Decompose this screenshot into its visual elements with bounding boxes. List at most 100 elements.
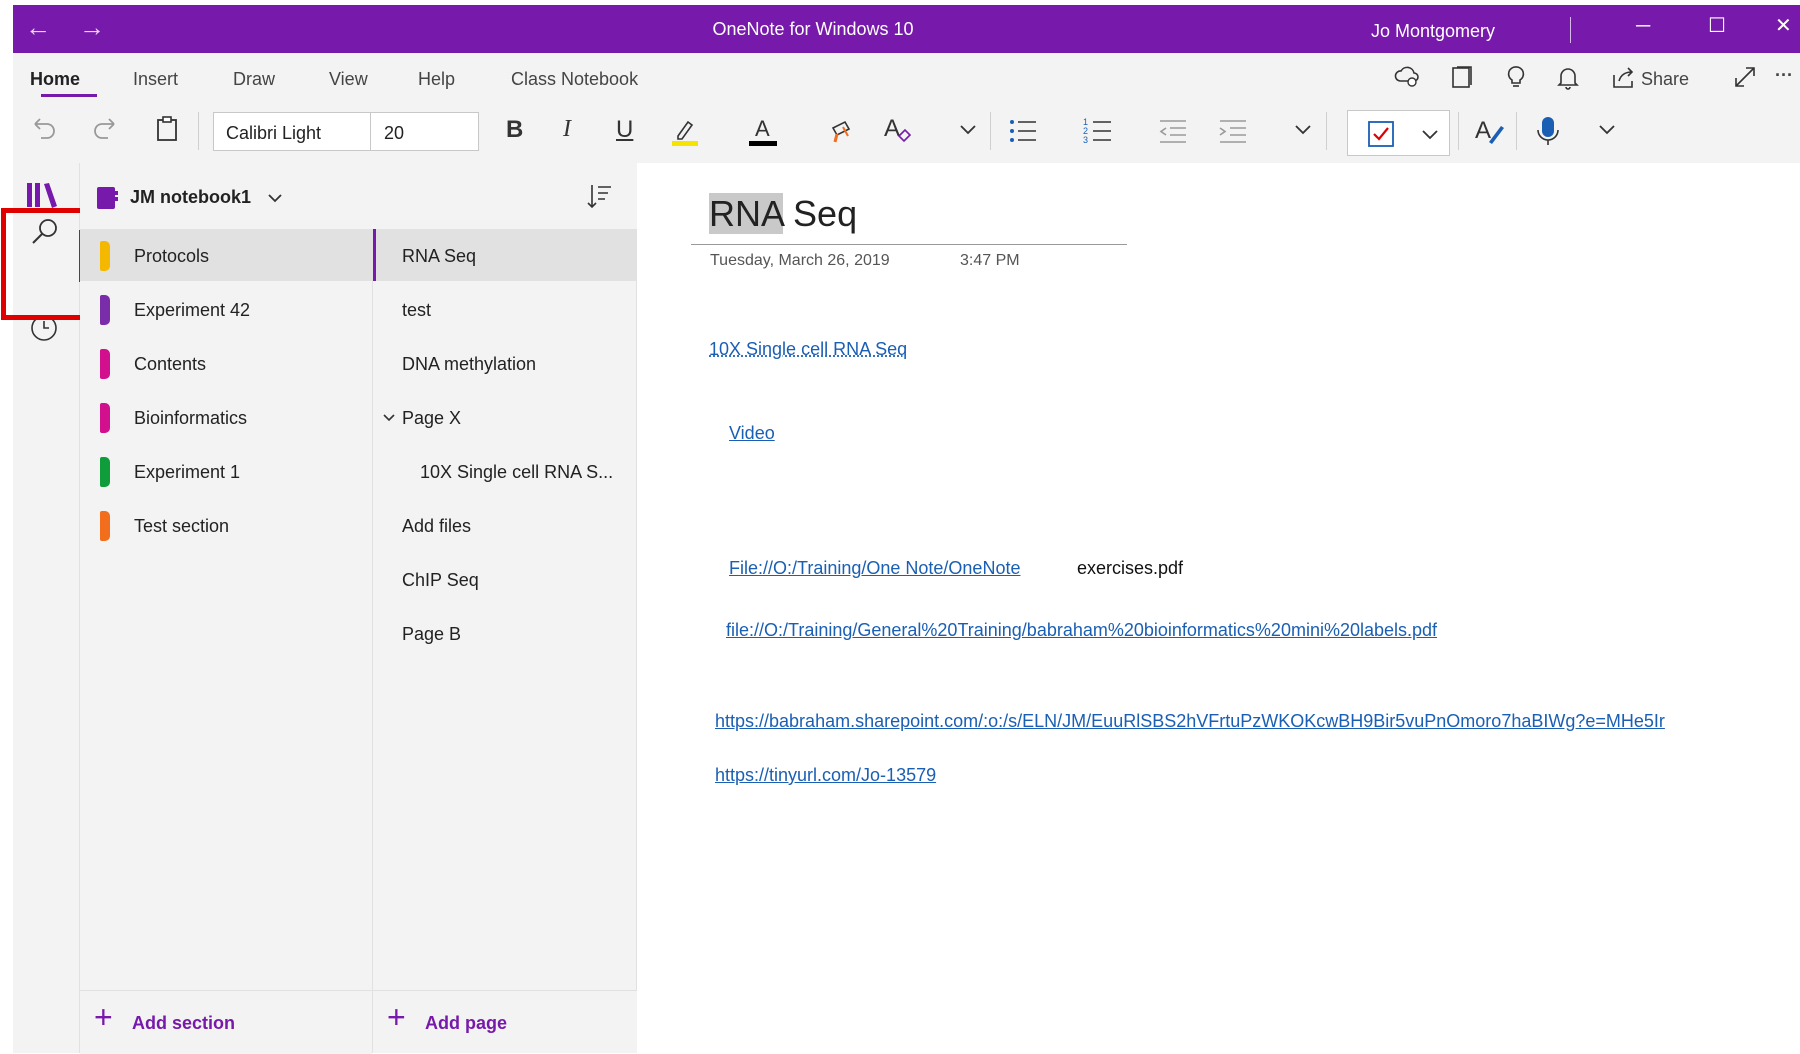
page-item-page-x[interactable]: Page X [373,391,638,443]
tab-view[interactable]: View [329,69,368,90]
section-item-test-section[interactable]: Test section [80,499,372,551]
maximize-button[interactable]: ☐ [1708,13,1726,38]
tab-class-notebook[interactable]: Class Notebook [511,69,638,90]
page-label: Page B [402,624,462,644]
pages-list: RNA Seq test DNA methylation Page X 10X … [372,229,638,1053]
link-video[interactable]: Video [729,423,775,444]
section-label: Protocols [134,246,210,266]
page-canvas[interactable]: RNA Seq Tuesday, March 26, 2019 3:47 PM … [637,163,1800,1053]
add-page-button[interactable]: + Add page [372,990,637,1053]
more-options-icon[interactable]: ··· [1775,65,1793,86]
title-bar: ← → OneNote for Windows 10 Jo Montgomery… [13,5,1800,53]
tab-draw[interactable]: Draw [233,69,275,90]
link-mini-labels-pdf[interactable]: file://O:/Training/General%20Training/ba… [726,620,1437,641]
page-item-page-b[interactable]: Page B [373,607,638,659]
lightbulb-icon[interactable] [1502,63,1530,91]
section-item-experiment-42[interactable]: Experiment 42 [80,283,372,335]
ribbon-toolbar: Calibri Light 20 B I U A A 123 A [13,100,1800,164]
bold-button[interactable]: B [506,116,523,144]
link-tinyurl[interactable]: https://tinyurl.com/Jo-13579 [715,765,936,786]
page-time: 3:47 PM [960,252,1020,269]
collapse-chevron-icon[interactable] [381,407,397,427]
sort-pages-icon[interactable] [585,181,613,211]
page-item-dna-methylation[interactable]: DNA methylation [373,337,638,389]
italic-button[interactable]: I [563,116,571,143]
page-item-test[interactable]: test [373,283,638,335]
underline-button[interactable]: U [616,116,633,144]
tab-help[interactable]: Help [418,69,455,90]
chevron-down-icon[interactable] [1293,114,1313,144]
section-label: Experiment 1 [134,462,241,482]
section-item-bioinformatics[interactable]: Bioinformatics [80,391,372,443]
chevron-down-icon[interactable] [1420,119,1440,149]
titlebar-separator [1570,17,1571,43]
share-icon[interactable] [1609,63,1637,91]
add-section-label: Add section [132,1013,236,1033]
page-item-rna-seq[interactable]: RNA Seq [373,229,638,281]
page-label: Add files [402,516,472,536]
undo-icon[interactable] [29,114,59,144]
section-item-protocols[interactable]: Protocols [80,229,372,281]
redo-icon[interactable] [90,114,120,144]
section-item-experiment-1[interactable]: Experiment 1 [80,445,372,497]
section-label: Bioinformatics [134,408,248,428]
clipboard-paste-icon[interactable] [152,114,182,144]
increase-indent-icon[interactable] [1216,114,1250,148]
numbered-list-icon[interactable]: 123 [1081,114,1115,148]
svg-text:A: A [755,116,770,141]
chevron-down-icon[interactable] [958,114,978,144]
page-label: DNA methylation [402,354,537,374]
todo-tag-selector[interactable] [1347,110,1450,156]
page-item-add-files[interactable]: Add files [373,499,638,551]
font-selector[interactable]: Calibri Light 20 [213,112,479,151]
ribbon-tabs: Home Insert Draw View Help Class Noteboo… [13,53,1800,100]
tab-home[interactable]: Home [30,69,80,90]
dictate-microphone-icon[interactable] [1531,114,1565,148]
chevron-down-icon[interactable] [266,187,284,209]
page-item-chip-seq[interactable]: ChIP Seq [373,553,638,605]
title-underline [691,244,1127,245]
subpage-item-10x-single-cell[interactable]: 10X Single cell RNA S... [373,445,638,497]
font-color-icon[interactable]: A [746,114,780,148]
notebook-name[interactable]: JM notebook1 [130,187,251,208]
chevron-down-icon[interactable] [1597,114,1617,144]
checkbox-tag-icon[interactable] [1366,119,1396,149]
bullet-list-icon[interactable] [1006,114,1040,148]
search-highlight-box [1,208,85,320]
format-painter-icon[interactable] [825,114,859,148]
notifications-bell-icon[interactable] [1554,63,1582,91]
page-date: Tuesday, March 26, 2019 [710,252,890,269]
tab-insert[interactable]: Insert [133,69,178,90]
page-label: ChIP Seq [402,570,479,590]
section-color-tab [100,295,110,325]
page-title[interactable]: RNA Seq [709,193,857,235]
toolbar-separator [198,112,199,150]
decrease-indent-icon[interactable] [1156,114,1190,148]
fullscreen-expand-icon[interactable] [1731,63,1759,91]
link-sharepoint-eln[interactable]: https://babraham.sharepoint.com/:o:/s/EL… [715,711,1665,732]
notebook-icon [94,185,120,211]
section-color-tab [100,349,110,379]
notebook-header[interactable]: JM notebook1 [80,163,637,229]
section-item-contents[interactable]: Contents [80,337,372,389]
highlighter-icon[interactable] [668,114,702,148]
sync-status-icon[interactable] [1393,63,1421,91]
share-button[interactable]: Share [1641,69,1689,90]
font-name-field[interactable]: Calibri Light [226,123,321,144]
spelling-pen-icon[interactable]: A [1473,114,1507,148]
link-onenote-exercises[interactable]: File://O:/Training/One Note/OneNote [729,558,1020,579]
close-button[interactable]: ✕ [1775,13,1792,38]
section-color-tab [100,511,110,541]
add-section-button[interactable]: + Add section [80,990,372,1054]
page-label: test [402,300,432,320]
font-box-divider [370,113,371,150]
styles-icon[interactable]: A [881,114,915,148]
section-label: Contents [134,354,207,374]
font-size-field[interactable]: 20 [384,123,404,144]
page-label: RNA Seq [402,246,477,266]
notebooks-icon[interactable] [25,181,59,211]
link-10x-single-cell[interactable]: 10X Single cell RNA Seq [709,339,907,360]
minimize-button[interactable]: ─ [1636,15,1650,38]
user-name[interactable]: Jo Montgomery [1371,21,1495,42]
page-view-icon[interactable] [1448,63,1476,91]
